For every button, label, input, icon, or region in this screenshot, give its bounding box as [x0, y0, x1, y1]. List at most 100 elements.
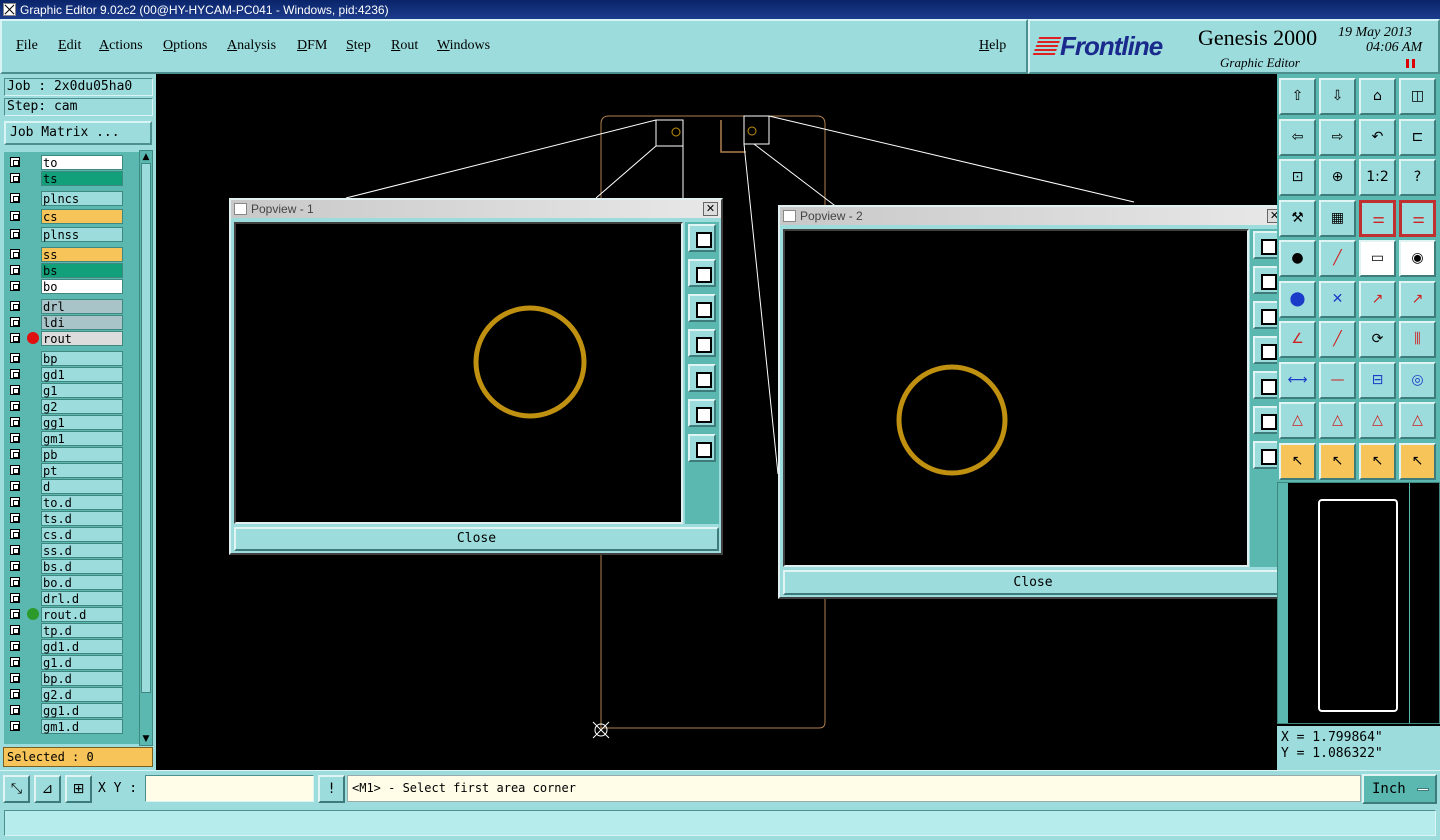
popview-1-close-icon[interactable]: ✕ — [703, 202, 718, 216]
layer-row[interactable]: gd1 — [4, 366, 139, 382]
move-down-icon[interactable]: ⇩ — [1319, 78, 1356, 115]
measure-mode-icon[interactable]: ⊿ — [34, 775, 61, 803]
layer-row[interactable]: gg1.d — [4, 702, 139, 718]
menu-file[interactable]: File — [16, 38, 38, 54]
fit-icon[interactable]: ⊡ — [1279, 159, 1316, 196]
menu-options[interactable]: Options — [163, 38, 207, 54]
layer-name[interactable]: bo.d — [41, 575, 123, 590]
arc-icon[interactable]: ⟳ — [1359, 321, 1396, 358]
layer-row[interactable]: gg1 — [4, 414, 139, 430]
layer-row[interactable]: g2.d — [4, 686, 139, 702]
layer-name[interactable]: pt — [41, 463, 123, 478]
overview-panel[interactable] — [1277, 482, 1440, 724]
popview-1-close-button[interactable]: Close — [234, 527, 719, 551]
layer-checkbox[interactable] — [10, 465, 20, 475]
layer-checkbox[interactable] — [10, 513, 20, 523]
job-matrix-button[interactable]: Job Matrix ... — [4, 121, 152, 145]
layer-checkbox[interactable] — [10, 281, 20, 291]
layer-row[interactable]: d — [4, 478, 139, 494]
layer-row[interactable]: gd1.d — [4, 638, 139, 654]
layer-checkbox[interactable] — [10, 641, 20, 651]
select-alt-icon[interactable]: ↖ — [1359, 442, 1396, 480]
move-up-icon[interactable]: ⇧ — [1279, 78, 1316, 115]
layer-checkbox[interactable] — [10, 249, 20, 259]
layer-checkbox[interactable] — [10, 211, 20, 221]
scroll-thumb[interactable] — [141, 163, 151, 693]
home-icon[interactable]: ⌂ — [1359, 78, 1396, 115]
layer-checkbox[interactable] — [10, 385, 20, 395]
layer-checkbox[interactable] — [10, 417, 20, 427]
layer-checkbox[interactable] — [10, 705, 20, 715]
split-view-icon[interactable]: ◫ — [1399, 78, 1436, 115]
layer-list-scrollbar[interactable]: ▲ ▼ — [139, 150, 153, 746]
layer-checkbox[interactable] — [10, 433, 20, 443]
popview-1-zoom-icon[interactable] — [688, 224, 716, 252]
triangle-alt-icon[interactable]: △ — [1319, 402, 1356, 439]
layer-checkbox[interactable] — [10, 609, 20, 619]
layer-row[interactable]: ldi — [4, 314, 139, 330]
segment-icon[interactable]: — — [1319, 361, 1356, 399]
layer-name[interactable]: rout.d — [41, 607, 123, 622]
layer-row[interactable]: bs.d — [4, 558, 139, 574]
layer-checkbox[interactable] — [10, 593, 20, 603]
menu-step[interactable]: Step — [346, 38, 371, 54]
move-left-icon[interactable]: ⇦ — [1279, 118, 1316, 156]
layer-name[interactable]: d — [41, 479, 123, 494]
layer-row[interactable]: ss.d — [4, 542, 139, 558]
net-icon[interactable]: ⬤ — [1279, 280, 1316, 318]
layer-name[interactable]: pb — [41, 447, 123, 462]
layer-name[interactable]: tp.d — [41, 623, 123, 638]
layer-name[interactable]: ts.d — [41, 511, 123, 526]
layer-name[interactable]: to — [41, 155, 123, 170]
layer-checkbox[interactable] — [10, 157, 20, 167]
layer-row[interactable]: bo.d — [4, 574, 139, 590]
layer-checkbox[interactable] — [10, 497, 20, 507]
menu-edit[interactable]: Edit — [58, 38, 81, 54]
layer-checkbox[interactable] — [10, 657, 20, 667]
layer-name[interactable]: bs.d — [41, 559, 123, 574]
layer-row[interactable]: drl.d — [4, 590, 139, 606]
grid-icon[interactable]: ▦ — [1319, 199, 1356, 237]
layer-name[interactable]: bp.d — [41, 671, 123, 686]
layer-row[interactable]: cs.d — [4, 526, 139, 542]
layers-alt-icon[interactable]: ⚌ — [1399, 199, 1436, 237]
line-icon[interactable]: ╱ — [1319, 240, 1356, 277]
triangle-down-icon[interactable]: △ — [1399, 402, 1436, 439]
layer-name[interactable]: cs.d — [41, 527, 123, 542]
layer-row[interactable]: cs — [4, 208, 139, 224]
menu-rout[interactable]: Rout — [391, 38, 418, 54]
center-icon[interactable]: ⊕ — [1319, 159, 1356, 196]
popview-1-fit-icon[interactable] — [688, 399, 716, 427]
select-multi-icon[interactable]: ↖ — [1399, 442, 1436, 480]
layer-name[interactable]: ts — [41, 171, 123, 186]
layer-row[interactable]: plncs — [4, 190, 139, 206]
popview-2-close-button[interactable]: Close — [783, 570, 1283, 595]
layer-row[interactable]: ss — [4, 246, 139, 262]
scroll-down-icon[interactable]: ▼ — [141, 734, 151, 744]
layer-row[interactable]: rout.d — [4, 606, 139, 622]
snap-icon[interactable]: ⊏ — [1399, 118, 1436, 156]
undo-icon[interactable]: ↶ — [1359, 118, 1396, 156]
select-icon[interactable]: ↖ — [1279, 442, 1316, 480]
layer-name[interactable]: ldi — [41, 315, 123, 330]
layer-name[interactable]: gg1 — [41, 415, 123, 430]
layer-row[interactable]: to — [4, 154, 139, 170]
layer-name[interactable]: g1.d — [41, 655, 123, 670]
layer-name[interactable]: plnss — [41, 227, 123, 242]
menu-actions[interactable]: Actions — [99, 38, 143, 54]
layer-name[interactable]: plncs — [41, 191, 123, 206]
pause-icon[interactable] — [1406, 59, 1415, 68]
layer-name[interactable]: gm1 — [41, 431, 123, 446]
layer-checkbox[interactable] — [10, 333, 20, 343]
popview-1-pan-left-icon[interactable] — [688, 329, 716, 357]
mirror-icon[interactable]: ⫼ — [1399, 321, 1436, 358]
popview-1-center-icon[interactable] — [688, 434, 716, 462]
layer-row[interactable]: pt — [4, 462, 139, 478]
angle-icon[interactable]: ∠ — [1279, 321, 1316, 358]
layer-name[interactable]: g1 — [41, 383, 123, 398]
point-alt-icon[interactable]: ↗ — [1399, 280, 1436, 318]
slash-icon[interactable]: ╱ — [1319, 321, 1356, 358]
layer-name[interactable]: bs — [41, 263, 123, 278]
layer-checkbox[interactable] — [10, 481, 20, 491]
triangle-icon[interactable]: △ — [1279, 402, 1316, 439]
